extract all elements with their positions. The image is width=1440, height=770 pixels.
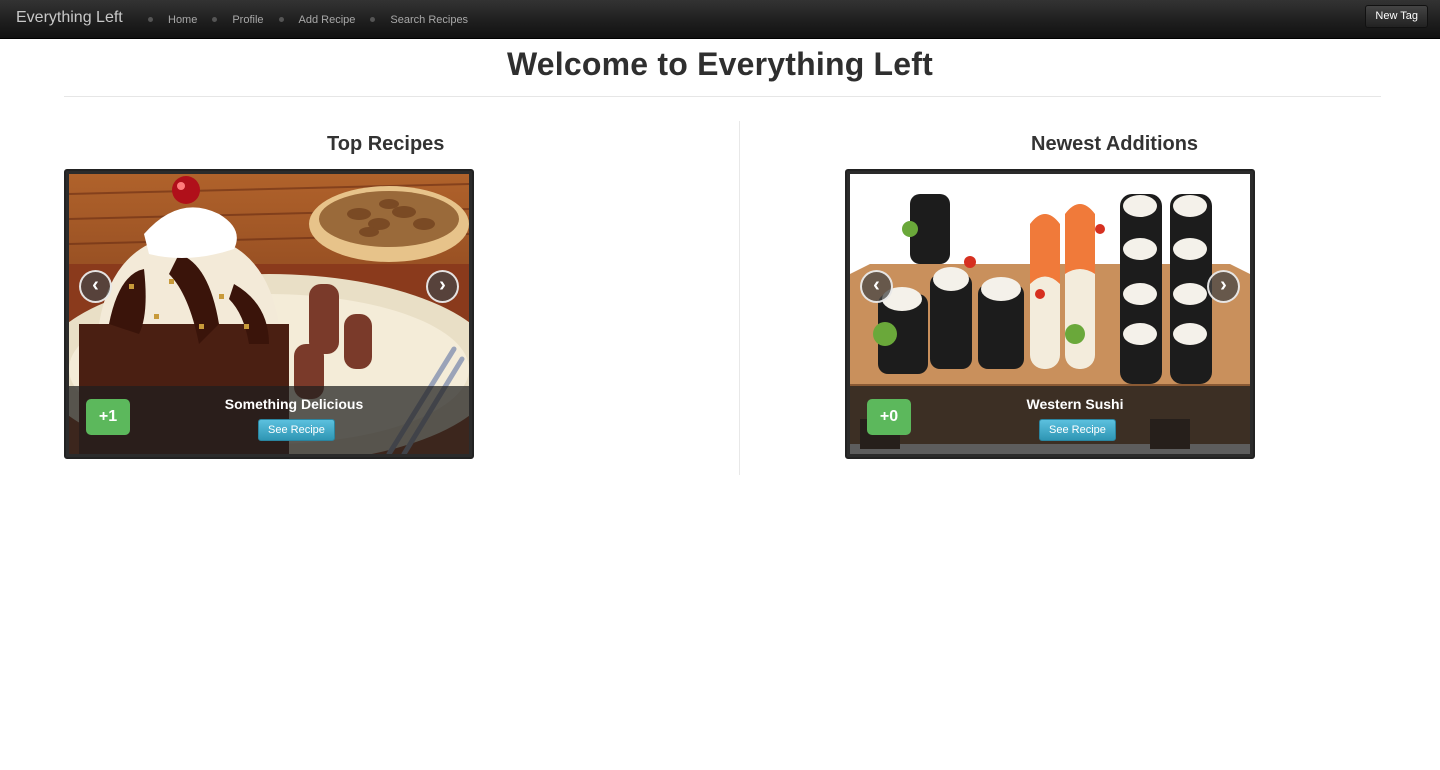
nav-separator [370,17,376,22]
carousel-prev-button[interactable]: ‹ [79,270,112,303]
new-tag-button[interactable]: New Tag [1365,5,1428,28]
see-recipe-button[interactable]: See Recipe [1039,419,1116,441]
top-navbar: Everything Left Home Profile Add Recipe … [0,0,1440,39]
page-title: Welcome to Everything Left [506,46,933,82]
top-recipes-title: Top Recipes [327,133,445,155]
nav-home-link[interactable]: Home [161,14,204,26]
carousel-caption: +0 Western Sushi See Recipe [850,386,1250,454]
recipe-name: Western Sushi [1026,396,1124,412]
carousel-next-button[interactable]: › [426,270,459,303]
newest-additions-carousel: ‹ › +0 Western Sushi See Recipe [845,169,1255,459]
nav-profile-link[interactable]: Profile [225,14,270,26]
main-nav: Home Profile Add Recipe Search Recipes [140,0,475,39]
see-recipe-button[interactable]: See Recipe [258,419,335,441]
carousel-next-button[interactable]: › [1207,270,1240,303]
recipe-name: Something Delicious [224,396,364,412]
nav-search-recipes-link[interactable]: Search Recipes [383,14,475,26]
brand-link[interactable]: Everything Left [16,9,123,27]
nav-separator [278,17,284,22]
newest-additions-title: Newest Additions [1031,133,1199,155]
nav-separator [148,17,153,22]
top-recipes-carousel: ‹ › +1 Something Delicious See Recipe [64,169,474,459]
carousel-caption: +1 Something Delicious See Recipe [69,386,469,454]
carousel-prev-button[interactable]: ‹ [860,270,893,303]
column-divider [739,121,740,475]
header-divider [64,96,1381,97]
nav-add-recipe-link[interactable]: Add Recipe [292,14,363,26]
nav-separator [212,17,218,22]
